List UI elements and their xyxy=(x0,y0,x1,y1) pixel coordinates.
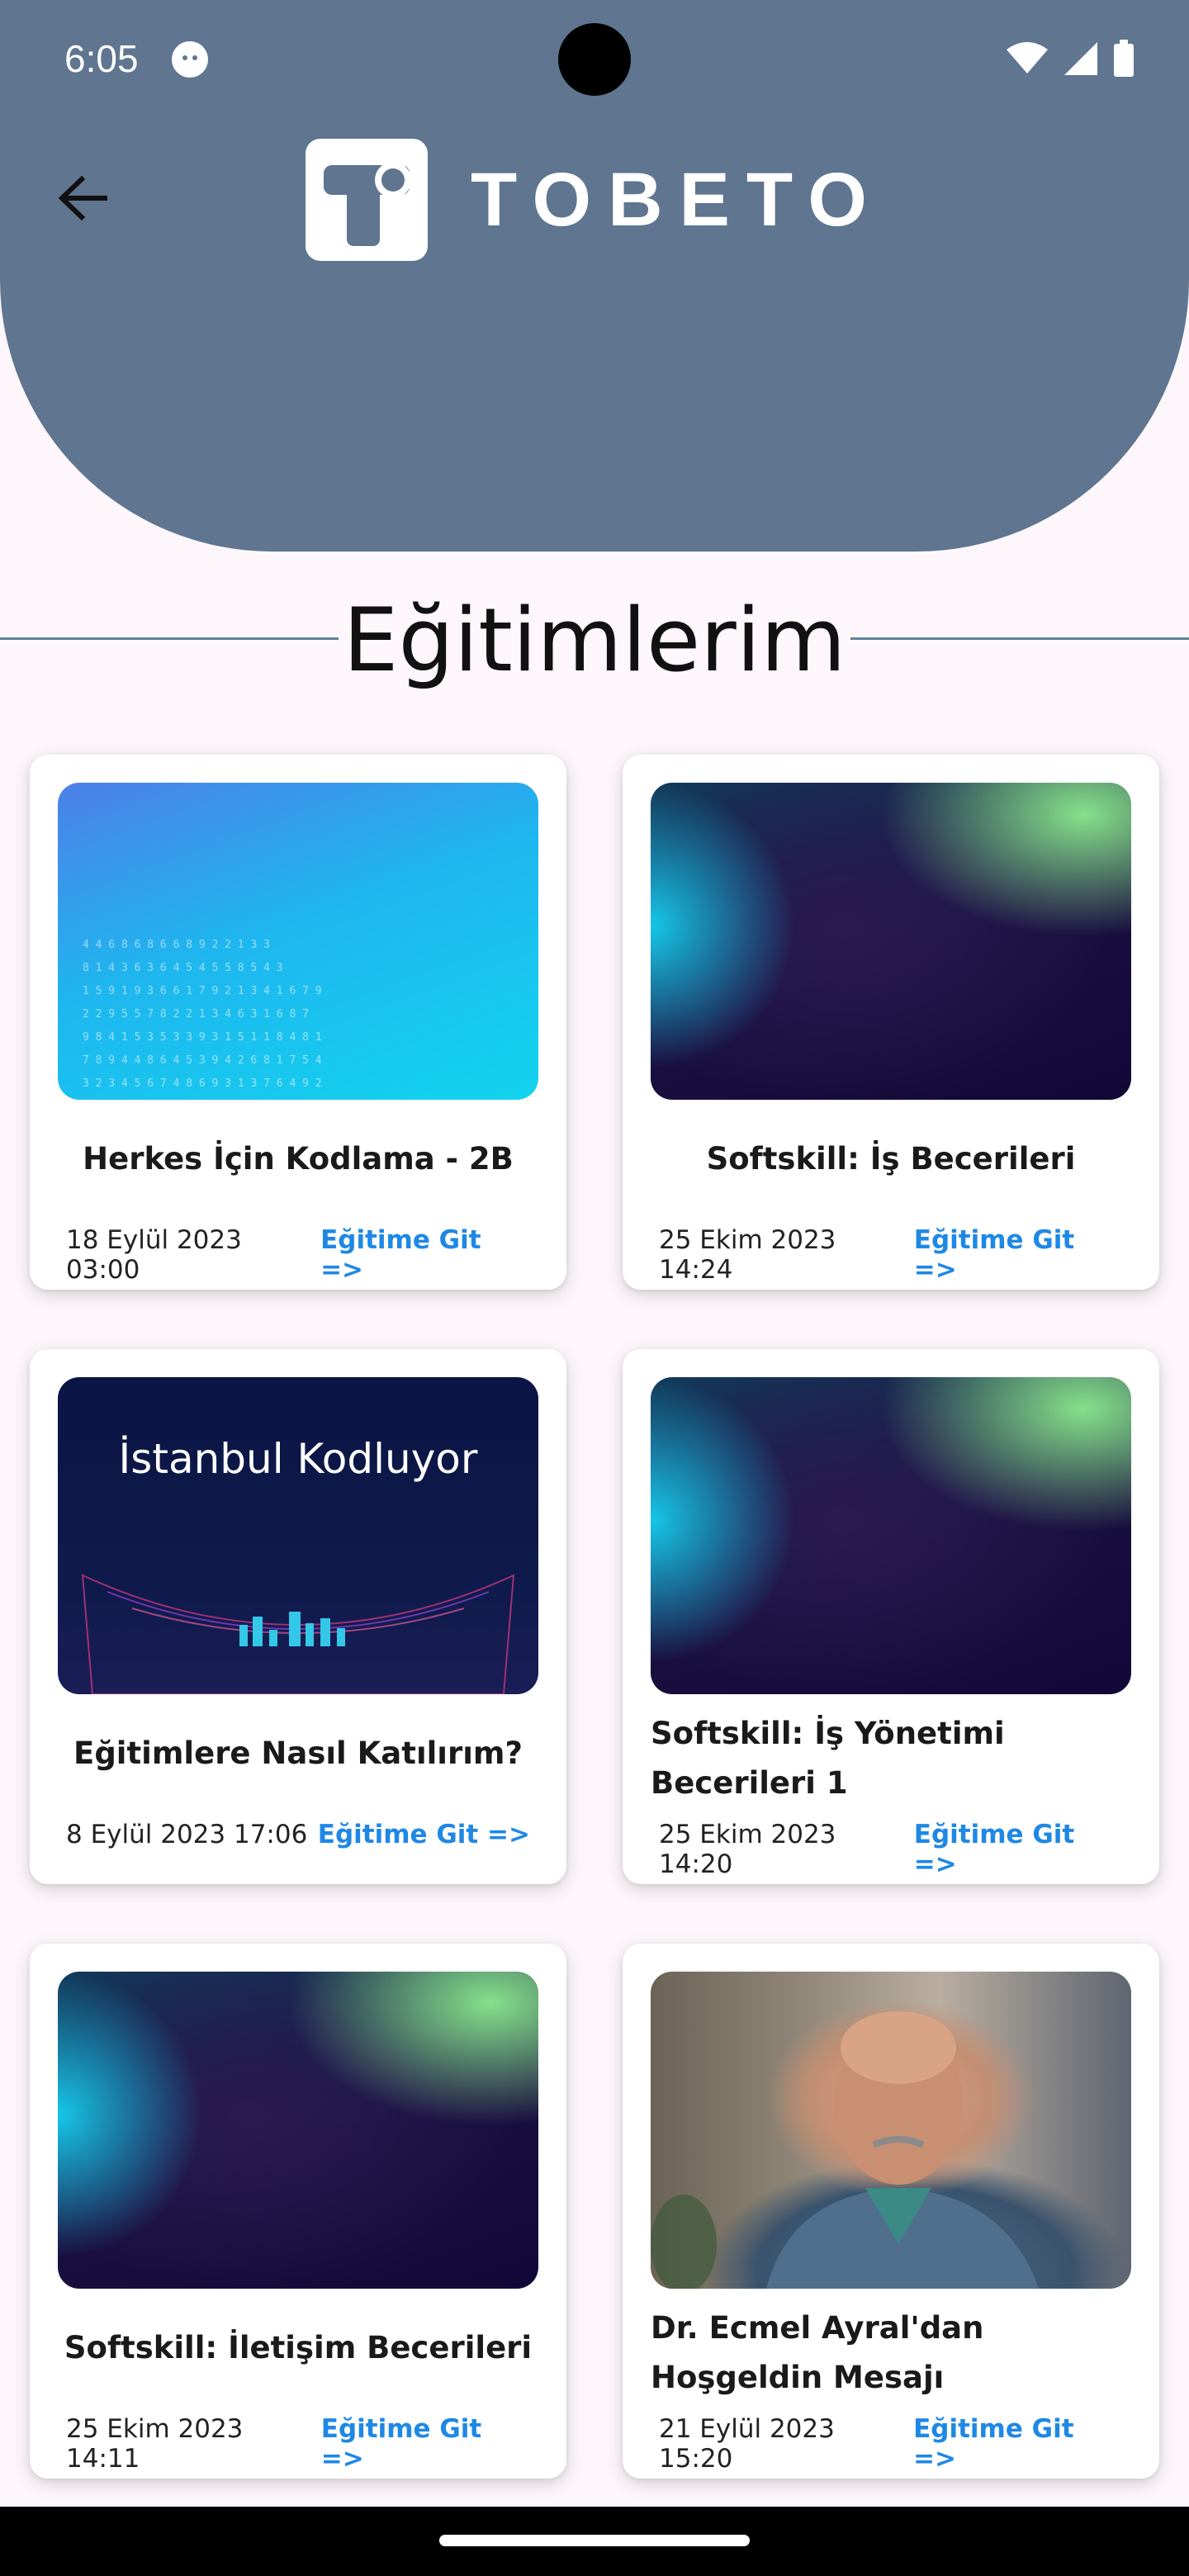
brand-name: TOBETO xyxy=(471,158,883,242)
go-to-course-link[interactable]: Eğitime Git => xyxy=(320,1225,530,1285)
course-meta: 25 Ekim 2023 14:20 Eğitime Git => xyxy=(659,1820,1123,1879)
status-bar: 6:05 xyxy=(0,0,1189,116)
course-date: 25 Ekim 2023 14:24 xyxy=(659,1225,836,1285)
svg-text:4 4 6 8 6 8 6 6 8 9 2: 4 4 6 8 6 8 6 6 8 9 2 2 1 3 3 xyxy=(83,939,270,951)
course-card[interactable]: 4 4 6 8 6 8 6 6 8 9 2 2 1 3 3 8 1 4 3 6 … xyxy=(30,755,566,1290)
cellular-signal-icon xyxy=(1064,42,1097,75)
go-to-course-link[interactable]: Eğitime Git => xyxy=(914,1820,1123,1879)
course-card[interactable]: İstanbul Kodluyor Eğitimlere Nasıl Katıl… xyxy=(30,1349,566,1884)
course-card[interactable]: Dr. Ecmel Ayral'dan Hoşgeldin Mesajı 21 … xyxy=(623,1944,1159,2479)
course-date: 25 Ekim 2023 14:11 xyxy=(66,2414,244,2474)
course-title: Softskill: İş Becerileri xyxy=(706,1141,1076,1177)
course-meta: 18 Eylül 2023 03:00 Eğitime Git => xyxy=(66,1225,530,1285)
course-title: Softskill: İş Yönetimi Becerileri 1 xyxy=(651,1716,1005,1801)
course-title: Dr. Ecmel Ayral'dan Hoşgeldin Mesajı xyxy=(651,2310,984,2395)
go-to-course-link[interactable]: Eğitime Git => xyxy=(318,1820,530,1849)
tobeto-logo-icon xyxy=(306,139,428,261)
svg-text:1 5 9 1 9 3 6 6 1 7 9 2 1 3 4: 1 5 9 1 9 3 6 6 1 7 9 2 1 3 4 1 6 7 9 xyxy=(83,985,322,997)
svg-text:7 8 9 4 4 8 6 4 5 3 9 4 2 6 8: 7 8 9 4 4 8 6 4 5 3 9 4 2 6 8 1 7 5 4 xyxy=(83,1054,322,1067)
course-meta: 21 Eylül 2023 15:20 Eğitime Git => xyxy=(659,2414,1123,2474)
wifi-icon xyxy=(1007,42,1048,73)
course-thumbnail: İstanbul Kodluyor xyxy=(58,1377,538,1694)
course-meta: 8 Eylül 2023 17:06 Eğitime Git => xyxy=(66,1820,530,1849)
course-meta: 25 Ekim 2023 14:11 Eğitime Git => xyxy=(66,2414,530,2474)
course-thumbnail xyxy=(651,1377,1131,1694)
speaker-photo-thumbnail xyxy=(651,1972,1131,2289)
svg-text:2 2 9 5 5 7 8 2 2 1 3 4 6 3 1: 2 2 9 5 5 7 8 2 2 1 3 4 6 3 1 6 8 7 xyxy=(83,1008,309,1020)
course-title: Herkes İçin Kodlama - 2B xyxy=(83,1141,514,1177)
course-card[interactable]: Softskill: İletişim Becerileri 25 Ekim 2… xyxy=(30,1944,566,2479)
front-camera-cutout xyxy=(558,23,631,96)
course-title: Eğitimlere Nasıl Katılırım? xyxy=(73,1735,523,1771)
go-to-course-link[interactable]: Eğitime Git => xyxy=(913,2414,1123,2474)
system-navigation-bar xyxy=(0,2507,1189,2576)
tobeto-logo: TOBETO xyxy=(306,139,883,261)
go-to-course-link[interactable]: Eğitime Git => xyxy=(914,1225,1123,1285)
course-date: 21 Eylül 2023 15:20 xyxy=(659,2414,835,2474)
course-thumbnail xyxy=(651,783,1131,1100)
status-time: 6:05 xyxy=(64,37,139,80)
battery-icon xyxy=(1114,40,1134,77)
back-button[interactable] xyxy=(50,165,116,231)
arrow-left-icon xyxy=(58,175,107,221)
notification-face-icon xyxy=(172,41,208,78)
course-meta: 25 Ekim 2023 14:24 Eğitime Git => xyxy=(659,1225,1123,1285)
course-title: Softskill: İletişim Becerileri xyxy=(64,2330,533,2365)
svg-text:9 8 4 1 5 3 5 3 3 9 3 1 5 1 1: 9 8 4 1 5 3 5 3 3 9 3 1 5 1 1 8 4 8 1 xyxy=(83,1031,322,1044)
course-date: 8 Eylül 2023 17:06 xyxy=(66,1820,308,1849)
course-card[interactable]: Softskill: İş Becerileri 25 Ekim 2023 14… xyxy=(623,755,1159,1290)
page-title: Eğitimlerim xyxy=(0,590,1189,691)
course-thumbnail xyxy=(58,1972,538,2289)
section-header: Eğitimlerim xyxy=(0,586,1189,694)
svg-text:3 2 3 4 5 6 7 4 8 6 9 3 1 3 7: 3 2 3 4 5 6 7 4 8 6 9 3 1 3 7 6 4 9 2 xyxy=(83,1077,322,1090)
course-thumbnail: 4 4 6 8 6 8 6 6 8 9 2 2 1 3 3 8 1 4 3 6 … xyxy=(58,783,538,1100)
course-date: 25 Ekim 2023 14:20 xyxy=(659,1820,836,1879)
home-gesture-handle[interactable] xyxy=(439,2535,750,2546)
go-to-course-link[interactable]: Eğitime Git => xyxy=(321,2414,530,2474)
course-date: 18 Eylül 2023 03:00 xyxy=(66,1225,242,1285)
course-card[interactable]: Softskill: İş Yönetimi Becerileri 1 25 E… xyxy=(623,1349,1159,1884)
page-title-text: Eğitimlerim xyxy=(338,590,851,691)
status-icons xyxy=(1006,38,1135,79)
svg-text:8 1 4 3 6 3 6 4 5 4 5 5: 8 1 4 3 6 3 6 4 5 4 5 5 8 5 4 3 xyxy=(83,962,283,974)
